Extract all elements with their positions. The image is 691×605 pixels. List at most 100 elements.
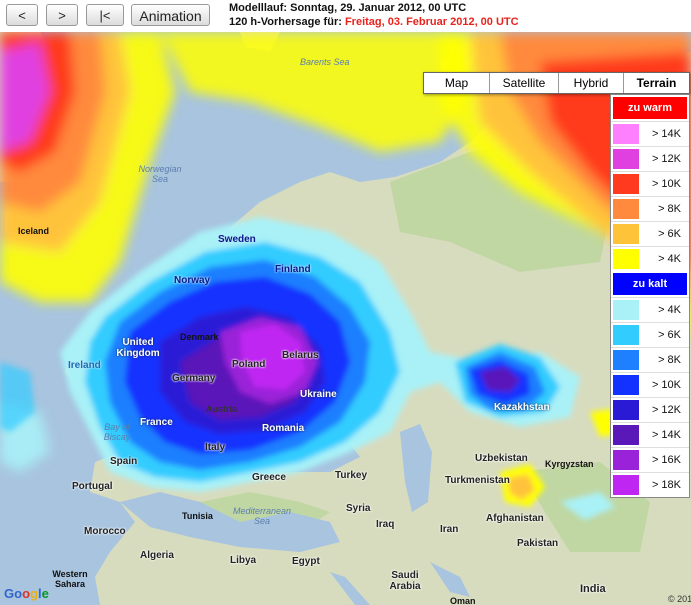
label-spain: Spain — [110, 456, 138, 467]
label-iceland: Iceland — [18, 226, 50, 236]
legend-warm-row: > 12K — [611, 146, 689, 171]
first-frame-button[interactable]: |< — [86, 4, 124, 26]
label-saudi-arabia: Saudi Arabia — [389, 570, 421, 592]
map-type-satellite[interactable]: Satellite — [490, 73, 559, 93]
legend-warm-row: > 4K — [611, 246, 689, 271]
legend-cold-swatch — [613, 300, 639, 320]
label-turkey: Turkey — [335, 470, 368, 481]
label-libya: Libya — [230, 555, 257, 566]
legend-warm-row: > 8K — [611, 196, 689, 221]
legend-cold-label: > 14K — [651, 429, 681, 441]
legend-warm-row: > 14K — [611, 121, 689, 146]
label-romania: Romania — [262, 423, 305, 434]
map-canvas[interactable]: Google Barents Sea Norwegian Sea Iceland… — [0, 32, 691, 605]
model-run-label: Modelllauf: Sonntag, 29. Januar 2012, 00… — [229, 2, 467, 14]
previous-button[interactable]: < — [6, 4, 38, 26]
label-oman: Oman — [450, 596, 476, 605]
map-type-control: Map Satellite Hybrid Terrain — [423, 72, 690, 94]
temperature-anomaly-legend: zu warm > 14K > 12K > 10K > 8K > 6K > 4K zu k… — [610, 94, 690, 498]
label-ireland: Ireland — [68, 360, 101, 371]
label-kyrgyzstan: Kyrgyzstan — [545, 459, 594, 469]
label-bay-of-biscay: Bay of Biscay — [103, 422, 131, 442]
legend-warm-label: > 10K — [651, 178, 681, 190]
label-afghanistan: Afghanistan — [486, 513, 544, 524]
legend-cold-swatch — [613, 375, 639, 395]
legend-cold-row: > 16K — [611, 447, 689, 472]
legend-cold-row: > 6K — [611, 322, 689, 347]
label-morocco: Morocco — [84, 526, 126, 537]
legend-cold-swatch — [613, 475, 639, 495]
label-germany: Germany — [172, 373, 216, 384]
map-type-map[interactable]: Map — [424, 73, 490, 93]
legend-cold-swatch — [613, 325, 639, 345]
map-type-hybrid[interactable]: Hybrid — [559, 73, 624, 93]
map-copyright: © 2012 — [668, 594, 691, 604]
legend-cold-row: > 4K — [611, 297, 689, 322]
legend-cold-row: > 14K — [611, 422, 689, 447]
label-united-kingdom: United Kingdom — [116, 337, 160, 359]
label-barents-sea: Barents Sea — [300, 57, 350, 67]
animation-button[interactable]: Animation — [131, 4, 210, 26]
legend-cold-row: > 12K — [611, 397, 689, 422]
legend-warm-label: > 14K — [651, 128, 681, 140]
legend-cold-row: > 10K — [611, 372, 689, 397]
legend-cold-label: > 12K — [651, 404, 681, 416]
label-austria: Austria — [206, 404, 238, 414]
label-portugal: Portugal — [72, 481, 113, 492]
label-india: India — [580, 583, 606, 595]
label-france: France — [140, 417, 173, 428]
label-iraq: Iraq — [376, 519, 395, 530]
legend-warm-swatch — [613, 149, 639, 169]
legend-warm-label: > 12K — [651, 153, 681, 165]
legend-warm-swatch — [613, 199, 639, 219]
legend-warm-label: > 8K — [658, 203, 681, 215]
legend-cold-title: zu kalt — [613, 273, 687, 295]
forecast-label: 120 h-Vorhersage für: Freitag, 03. Febru… — [229, 16, 519, 28]
legend-cold-row: > 8K — [611, 347, 689, 372]
label-kazakhstan: Kazakhstan — [494, 402, 550, 413]
label-egypt: Egypt — [292, 556, 320, 567]
label-ukraine: Ukraine — [300, 389, 337, 400]
legend-warm-swatch — [613, 224, 639, 244]
label-algeria: Algeria — [140, 550, 174, 561]
label-uzbekistan: Uzbekistan — [475, 453, 528, 464]
label-mediterranean-sea: Mediterranean Sea — [232, 506, 292, 526]
legend-cold-swatch — [613, 400, 639, 420]
legend-warm-row: > 10K — [611, 171, 689, 196]
label-belarus: Belarus — [282, 350, 319, 361]
label-iran: Iran — [440, 524, 459, 535]
legend-warm-title: zu warm — [613, 97, 687, 119]
legend-cold-label: > 6K — [658, 329, 681, 341]
legend-cold-swatch — [613, 350, 639, 370]
legend-warm-row: > 6K — [611, 221, 689, 246]
label-pakistan: Pakistan — [517, 538, 559, 549]
label-finland: Finland — [275, 264, 311, 275]
label-norwegian-sea: Norwegian Sea — [138, 164, 182, 184]
label-denmark: Denmark — [180, 332, 219, 342]
legend-warm-list: > 14K > 12K > 10K > 8K > 6K > 4K — [611, 121, 689, 271]
legend-warm-swatch — [613, 124, 639, 144]
toolbar: < > |< Animation Modelllauf: Sonntag, 29… — [0, 0, 691, 32]
label-greece: Greece — [252, 472, 286, 483]
label-sweden: Sweden — [218, 234, 256, 245]
forecast-date: Freitag, 03. Februar 2012, 00 UTC — [344, 16, 519, 28]
legend-warm-swatch — [613, 174, 639, 194]
legend-cold-swatch — [613, 450, 639, 470]
legend-cold-label: > 10K — [651, 379, 681, 391]
next-button[interactable]: > — [46, 4, 78, 26]
label-syria: Syria — [346, 503, 371, 514]
label-turkmenistan: Turkmenistan — [445, 475, 510, 486]
legend-warm-swatch — [613, 249, 639, 269]
legend-cold-row: > 18K — [611, 472, 689, 497]
map-type-terrain[interactable]: Terrain — [624, 73, 689, 93]
label-tunisia: Tunisia — [182, 511, 213, 521]
google-logo: Google — [4, 586, 49, 601]
label-italy: Italy — [205, 442, 226, 453]
legend-cold-label: > 18K — [651, 479, 681, 491]
legend-cold-swatch — [613, 425, 639, 445]
legend-warm-label: > 4K — [658, 253, 681, 265]
legend-cold-label: > 8K — [658, 354, 681, 366]
legend-cold-list: > 4K > 6K > 8K > 10K > 12K > 14K > 16K > 18K — [611, 297, 689, 497]
legend-warm-label: > 6K — [658, 228, 681, 240]
label-poland: Poland — [232, 359, 266, 370]
